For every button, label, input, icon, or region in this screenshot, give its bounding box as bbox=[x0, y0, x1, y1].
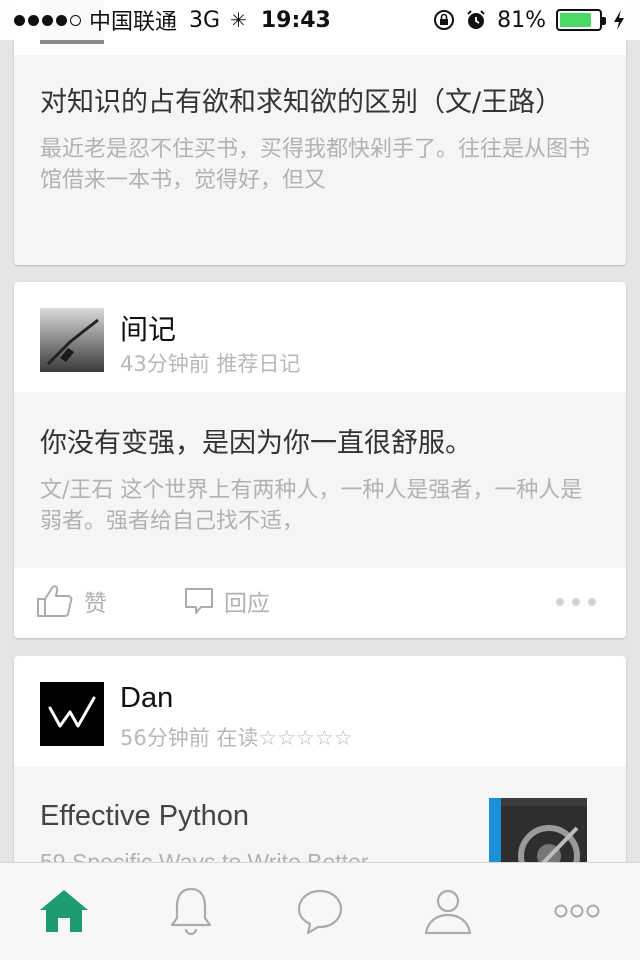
network-type: 3G bbox=[189, 7, 221, 33]
post-excerpt: 最近老是忍不住买书，买得我都快剁手了。往往是从图书馆借来一本书，觉得好，但又 bbox=[40, 137, 591, 194]
tab-messages[interactable] bbox=[290, 881, 350, 941]
post-title[interactable]: 对知识的占有欲和求知欲的区别（文/王路） bbox=[40, 85, 600, 120]
network-activity-icon: ✳ bbox=[230, 8, 247, 32]
post-title[interactable]: 你没有变强，是因为你一直很舒服。 bbox=[40, 426, 600, 461]
status-bar: 中国联通 3G ✳ 19:43 81% bbox=[0, 0, 640, 40]
signal-strength-icon bbox=[14, 14, 81, 26]
home-icon bbox=[40, 890, 88, 932]
more-dots-icon bbox=[556, 598, 596, 606]
comment-icon bbox=[185, 588, 213, 614]
card-body[interactable]: Effective Python 59 Specific Ways to Wri… bbox=[14, 766, 626, 862]
card-body[interactable]: 你没有变强，是因为你一直很舒服。 文/王石 这个世界上有两种人，一种人是强者，一… bbox=[14, 392, 626, 568]
book-cover[interactable] bbox=[489, 798, 587, 862]
avatar[interactable] bbox=[40, 308, 104, 372]
thumb-up-icon bbox=[37, 585, 73, 617]
chat-bubble-icon bbox=[297, 889, 343, 935]
alarm-icon bbox=[467, 10, 485, 29]
feed-card[interactable]: 间记 43分钟前 推荐日记 你没有变强，是因为你一直很舒服。 文/王石 这个世界… bbox=[14, 282, 626, 638]
more-icon bbox=[554, 904, 600, 918]
avatar-image bbox=[40, 682, 104, 746]
card-actions: 赞 回应 bbox=[14, 568, 626, 638]
battery-icon bbox=[556, 9, 606, 31]
carrier-name: 中国联通 bbox=[89, 10, 178, 35]
battery-level bbox=[560, 13, 591, 27]
author-name[interactable]: 间记 bbox=[120, 308, 176, 348]
more-options-button[interactable] bbox=[556, 598, 596, 606]
post-meta: 56分钟前 在读☆☆☆☆☆ bbox=[120, 726, 353, 750]
orientation-lock-icon bbox=[434, 10, 455, 30]
reply-label: 回应 bbox=[224, 591, 270, 617]
feed-card[interactable]: Dan 56分钟前 在读☆☆☆☆☆ Effective Python 59 Sp… bbox=[14, 656, 626, 862]
profile-icon bbox=[424, 889, 472, 935]
tab-profile[interactable] bbox=[418, 881, 478, 941]
card-header: 间记 43分钟前 推荐日记 bbox=[14, 282, 626, 392]
bell-icon bbox=[170, 887, 212, 936]
tab-more[interactable] bbox=[547, 881, 607, 941]
reply-button[interactable]: 回应 bbox=[184, 584, 270, 618]
avatar-image bbox=[40, 308, 104, 372]
tab-bar bbox=[0, 862, 640, 960]
like-label: 赞 bbox=[84, 591, 107, 617]
avatar[interactable] bbox=[40, 682, 104, 746]
clock: 19:43 bbox=[260, 7, 331, 33]
tab-home[interactable] bbox=[34, 881, 94, 941]
like-button[interactable]: 赞 bbox=[36, 584, 107, 618]
charging-icon bbox=[614, 10, 624, 30]
author-name[interactable]: Dan bbox=[120, 682, 173, 715]
feed[interactable]: 对知识的占有欲和求知欲的区别（文/王路） 最近老是忍不住买书，买得我都快剁手了。… bbox=[0, 0, 640, 862]
battery-percent: 81% bbox=[497, 7, 546, 33]
post-meta: 43分钟前 推荐日记 bbox=[120, 352, 301, 376]
tab-notifications[interactable] bbox=[161, 881, 221, 941]
book-cover-image bbox=[489, 798, 587, 862]
post-excerpt: 文/王石 这个世界上有两种人，一种人是强者，一种人是弱者。强者给自己找不适， bbox=[40, 478, 583, 535]
card-body[interactable]: 对知识的占有欲和求知欲的区别（文/王路） 最近老是忍不住买书，买得我都快剁手了。… bbox=[14, 55, 626, 265]
card-header: Dan 56分钟前 在读☆☆☆☆☆ bbox=[14, 656, 626, 766]
